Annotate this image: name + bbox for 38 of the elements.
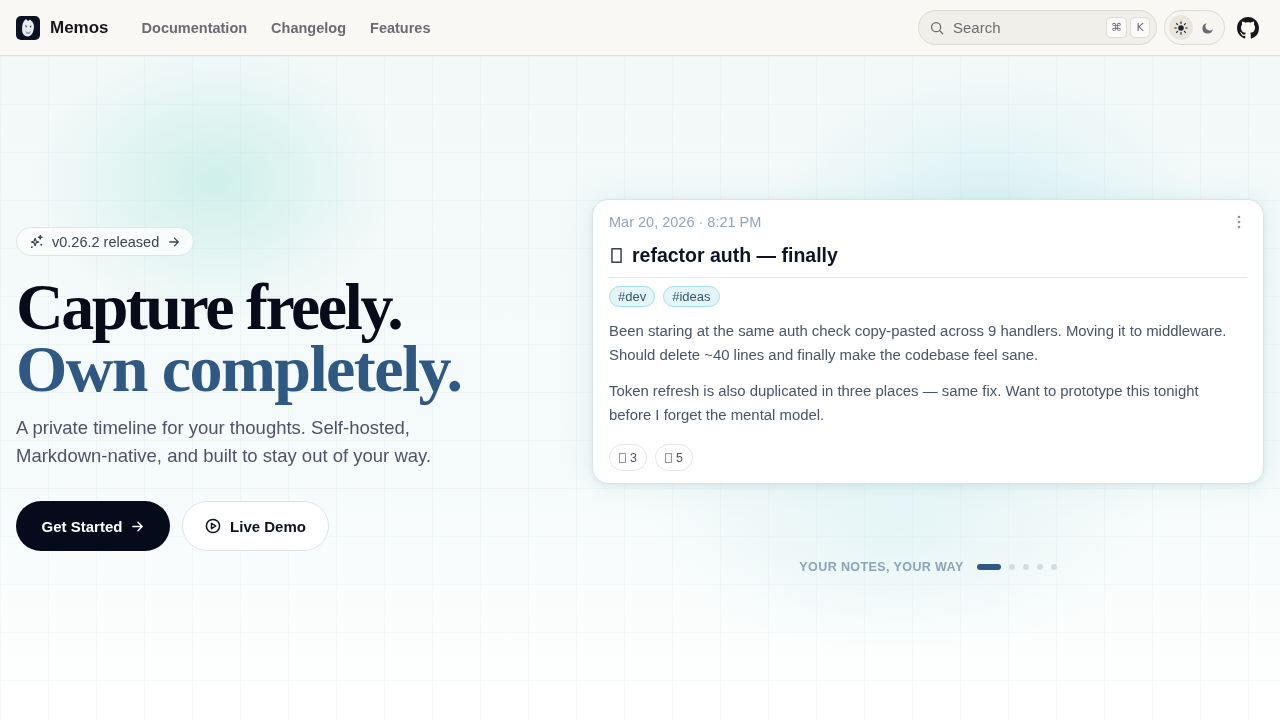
carousel-dot[interactable] <box>1022 564 1029 570</box>
missing-glyph-icon <box>664 452 672 463</box>
brand-link[interactable]: Memos <box>16 15 109 40</box>
release-badge[interactable]: v0.26.2 released <box>16 227 195 256</box>
carousel-dot[interactable] <box>1036 564 1043 570</box>
arrow-icon <box>168 235 181 248</box>
brand-name: Memos <box>50 17 109 38</box>
hero-subtitle: A private timeline for your thoughts. Self-hosted, Markdown-native, and built to stay out of your way. <box>16 416 433 468</box>
get-started-button[interactable]: Get Started <box>16 501 170 551</box>
memo-timestamp: Mar 20, 2026 · 8:21 PM <box>609 214 762 230</box>
github-icon[interactable] <box>1237 16 1259 39</box>
mascot-logo-icon <box>16 15 40 40</box>
sun-icon <box>1174 20 1188 35</box>
more-options-icon[interactable] <box>1237 215 1241 229</box>
missing-glyph-icon <box>611 247 622 263</box>
shortcut-key: ⌘ <box>1106 17 1127 38</box>
live-demo-button[interactable]: Live Demo <box>182 501 329 551</box>
memo-title: refactor auth — finally <box>632 243 838 268</box>
nav-link[interactable]: Changelog <box>271 19 347 36</box>
tag-link[interactable]: #ideas <box>663 286 720 307</box>
sparkle-icon <box>29 234 44 249</box>
light-mode-button[interactable] <box>1169 15 1193 40</box>
reaction-button[interactable]: 3 <box>609 444 647 471</box>
arrow-icon <box>131 519 145 533</box>
tag-link[interactable]: #dev <box>609 286 656 307</box>
search-icon <box>930 21 944 35</box>
shortcut-key: K <box>1130 17 1150 38</box>
carousel-dot[interactable] <box>1050 564 1057 570</box>
release-text: v0.26.2 released <box>52 233 160 250</box>
nav-link[interactable]: Documentation <box>141 19 248 36</box>
carousel-dot[interactable] <box>1008 564 1015 570</box>
memo-paragraph: Been staring at the same auth check copy-pasted across 9 handlers. Moving it to middleware. Should delete ~40 lines and finally make the codebase feel sane. <box>609 322 1228 365</box>
memo-paragraph: Token refresh is also duplicated in three places — same fix. Want to prototype this tonight before I forget the mental model. <box>609 382 1200 425</box>
play-icon <box>205 518 222 534</box>
reaction-button[interactable]: 5 <box>654 444 693 471</box>
nav-link[interactable]: Features <box>370 19 431 36</box>
missing-glyph-icon <box>619 452 626 463</box>
carousel-label: YOUR NOTES, YOUR WAY <box>799 560 964 574</box>
